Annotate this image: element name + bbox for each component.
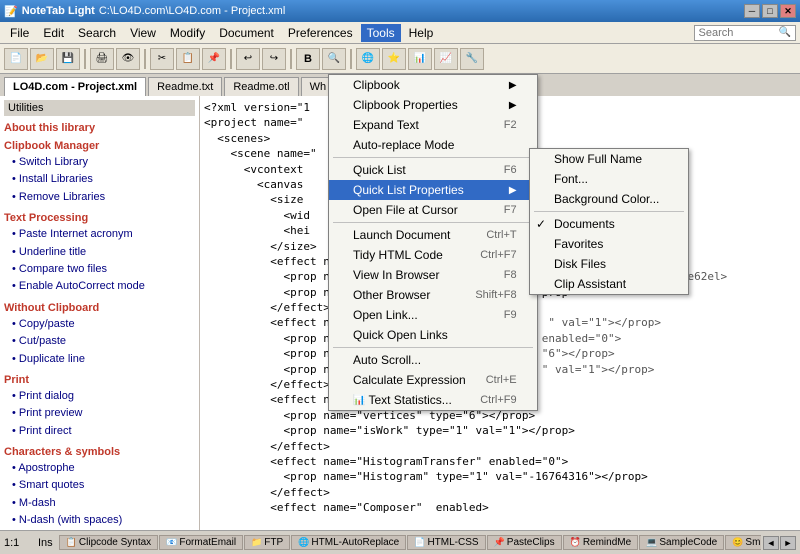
documents-checkmark: ✓ [536, 217, 546, 231]
menu-view-browser[interactable]: View In Browser F8 [329, 265, 537, 285]
open-link-shortcut: F9 [504, 309, 517, 321]
view-browser-shortcut: F8 [504, 269, 517, 281]
text-stats-shortcut: Ctrl+F9 [480, 394, 516, 406]
auto-replace-label: Auto-replace Mode [353, 138, 454, 152]
disk-files-label: Disk Files [554, 257, 606, 271]
clipbook-label: Clipbook [353, 78, 400, 92]
menu-tidy-html[interactable]: Tidy HTML Code Ctrl+F7 [329, 245, 537, 265]
auto-scroll-label: Auto Scroll... [353, 353, 421, 367]
menu-clipbook[interactable]: Clipbook ▶ [329, 75, 537, 95]
documents-label: Documents [554, 217, 615, 231]
separator-3 [333, 347, 533, 348]
view-browser-label: View In Browser [353, 268, 439, 282]
background-color-label: Background Color... [554, 192, 659, 206]
tools-menu: Clipbook ▶ Clipbook Properties ▶ Expand … [328, 74, 538, 411]
separator-2 [333, 222, 533, 223]
other-browser-label: Other Browser [353, 288, 430, 302]
clipbook-properties-label: Clipbook Properties [353, 98, 458, 112]
expand-text-label: Expand Text [353, 118, 419, 132]
calculate-label: Calculate Expression [353, 373, 466, 387]
text-stats-label: 📊 Text Statistics... [353, 393, 452, 407]
menu-expand-text[interactable]: Expand Text F2 [329, 115, 537, 135]
menu-overlay: Clipbook ▶ Clipbook Properties ▶ Expand … [0, 0, 800, 554]
other-browser-shortcut: Shift+F8 [475, 289, 516, 301]
quick-list-shortcut: F6 [504, 164, 517, 176]
menu-quick-open-links[interactable]: Quick Open Links [329, 325, 537, 345]
menu-quick-list[interactable]: Quick List F6 [329, 160, 537, 180]
menu-text-stats[interactable]: 📊 Text Statistics... Ctrl+F9 [329, 390, 537, 410]
menu-calculate[interactable]: Calculate Expression Ctrl+E [329, 370, 537, 390]
tidy-html-shortcut: Ctrl+F7 [480, 249, 516, 261]
font-label: Font... [554, 172, 588, 186]
open-link-label: Open Link... [353, 308, 418, 322]
open-file-shortcut: F7 [504, 204, 517, 216]
show-full-name-label: Show Full Name [554, 152, 642, 166]
quick-open-links-label: Quick Open Links [353, 328, 448, 342]
favorites-label: Favorites [554, 237, 603, 251]
tidy-html-label: Tidy HTML Code [353, 248, 443, 262]
menu-launch-document[interactable]: Launch Document Ctrl+T [329, 225, 537, 245]
menu-clipbook-properties[interactable]: Clipbook Properties ▶ [329, 95, 537, 115]
quick-list-props-label: Quick List Properties [353, 183, 464, 197]
quick-list-properties-submenu: Show Full Name Font... Background Color.… [529, 148, 689, 295]
menu-open-link[interactable]: Open Link... F9 [329, 305, 537, 325]
submenu-clip-assistant[interactable]: Clip Assistant [530, 274, 688, 294]
submenu-background-color[interactable]: Background Color... [530, 189, 688, 209]
menu-other-browser[interactable]: Other Browser Shift+F8 [329, 285, 537, 305]
calculate-shortcut: Ctrl+E [486, 374, 517, 386]
menu-open-file-cursor[interactable]: Open File at Cursor F7 [329, 200, 537, 220]
submenu-font[interactable]: Font... [530, 169, 688, 189]
submenu-sep-1 [534, 211, 684, 212]
quick-list-props-arrow: ▶ [509, 185, 517, 196]
expand-text-shortcut: F2 [504, 119, 517, 131]
submenu-favorites[interactable]: Favorites [530, 234, 688, 254]
clip-assistant-label: Clip Assistant [554, 277, 626, 291]
clipbook-properties-arrow: ▶ [509, 100, 517, 111]
submenu-disk-files[interactable]: Disk Files [530, 254, 688, 274]
quick-list-label: Quick List [353, 163, 406, 177]
clipbook-arrow: ▶ [509, 80, 517, 91]
menu-auto-scroll[interactable]: Auto Scroll... [329, 350, 537, 370]
menu-quick-list-properties[interactable]: Quick List Properties ▶ [329, 180, 537, 200]
submenu-documents[interactable]: ✓ Documents [530, 214, 688, 234]
separator-1 [333, 157, 533, 158]
launch-document-shortcut: Ctrl+T [486, 229, 516, 241]
submenu-show-full-name[interactable]: Show Full Name [530, 149, 688, 169]
open-file-label: Open File at Cursor [353, 203, 458, 217]
launch-document-label: Launch Document [353, 228, 450, 242]
menu-auto-replace[interactable]: Auto-replace Mode [329, 135, 537, 155]
